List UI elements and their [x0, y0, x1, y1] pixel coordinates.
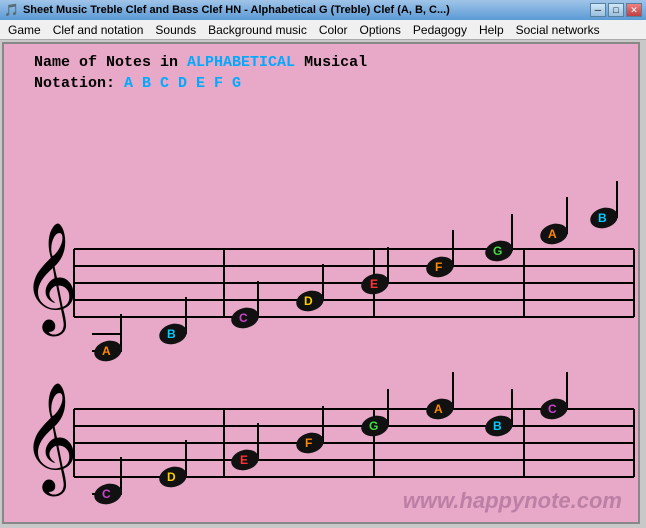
svg-text:G: G: [493, 244, 502, 258]
menu-background-music[interactable]: Background music: [202, 21, 313, 39]
svg-text:E: E: [240, 453, 248, 467]
menu-help[interactable]: Help: [473, 21, 510, 39]
svg-text:𝄞: 𝄞: [22, 224, 78, 337]
menu-pedagogy[interactable]: Pedagogy: [407, 21, 473, 39]
menu-color[interactable]: Color: [313, 21, 354, 39]
menu-social[interactable]: Social networks: [510, 21, 606, 39]
svg-text:C: C: [239, 311, 248, 325]
menu-clef-notation[interactable]: Clef and notation: [47, 21, 150, 39]
menu-sounds[interactable]: Sounds: [149, 21, 202, 39]
svg-text:D: D: [167, 470, 176, 484]
svg-text:G: G: [369, 419, 378, 433]
main-content: Name of Notes in ALPHABETICAL Musical No…: [2, 42, 640, 524]
svg-text:E: E: [370, 277, 378, 291]
titlebar: 🎵 Sheet Music Treble Clef and Bass Clef …: [0, 0, 646, 20]
maximize-button[interactable]: □: [608, 3, 624, 17]
menu-options[interactable]: Options: [354, 21, 407, 39]
svg-text:A: A: [434, 402, 443, 416]
svg-text:F: F: [435, 260, 442, 274]
window-controls: ─ □ ✕: [590, 3, 642, 17]
svg-text:C: C: [102, 487, 111, 501]
music-staff-svg: 𝄞 A B C D: [4, 94, 640, 524]
menubar: Game Clef and notation Sounds Background…: [0, 20, 646, 40]
svg-text:D: D: [304, 294, 313, 308]
title-alphabetical: ALPHABETICAL: [187, 54, 295, 71]
menu-game[interactable]: Game: [2, 21, 47, 39]
app-icon: 🎵: [4, 3, 19, 17]
minimize-button[interactable]: ─: [590, 3, 606, 17]
svg-text:B: B: [167, 327, 176, 341]
svg-text:𝄞: 𝄞: [22, 384, 78, 497]
svg-text:A: A: [102, 344, 111, 358]
watermark: www.happynote.com: [403, 488, 622, 514]
svg-text:B: B: [598, 211, 607, 225]
svg-text:F: F: [305, 436, 312, 450]
notation-title: Name of Notes in ALPHABETICAL Musical No…: [34, 52, 367, 94]
title-notes: A B C D E F G: [124, 75, 241, 92]
svg-text:A: A: [548, 227, 557, 241]
svg-text:B: B: [493, 419, 502, 433]
window-title: Sheet Music Treble Clef and Bass Clef HN…: [23, 4, 590, 16]
svg-text:C: C: [548, 402, 557, 416]
close-button[interactable]: ✕: [626, 3, 642, 17]
